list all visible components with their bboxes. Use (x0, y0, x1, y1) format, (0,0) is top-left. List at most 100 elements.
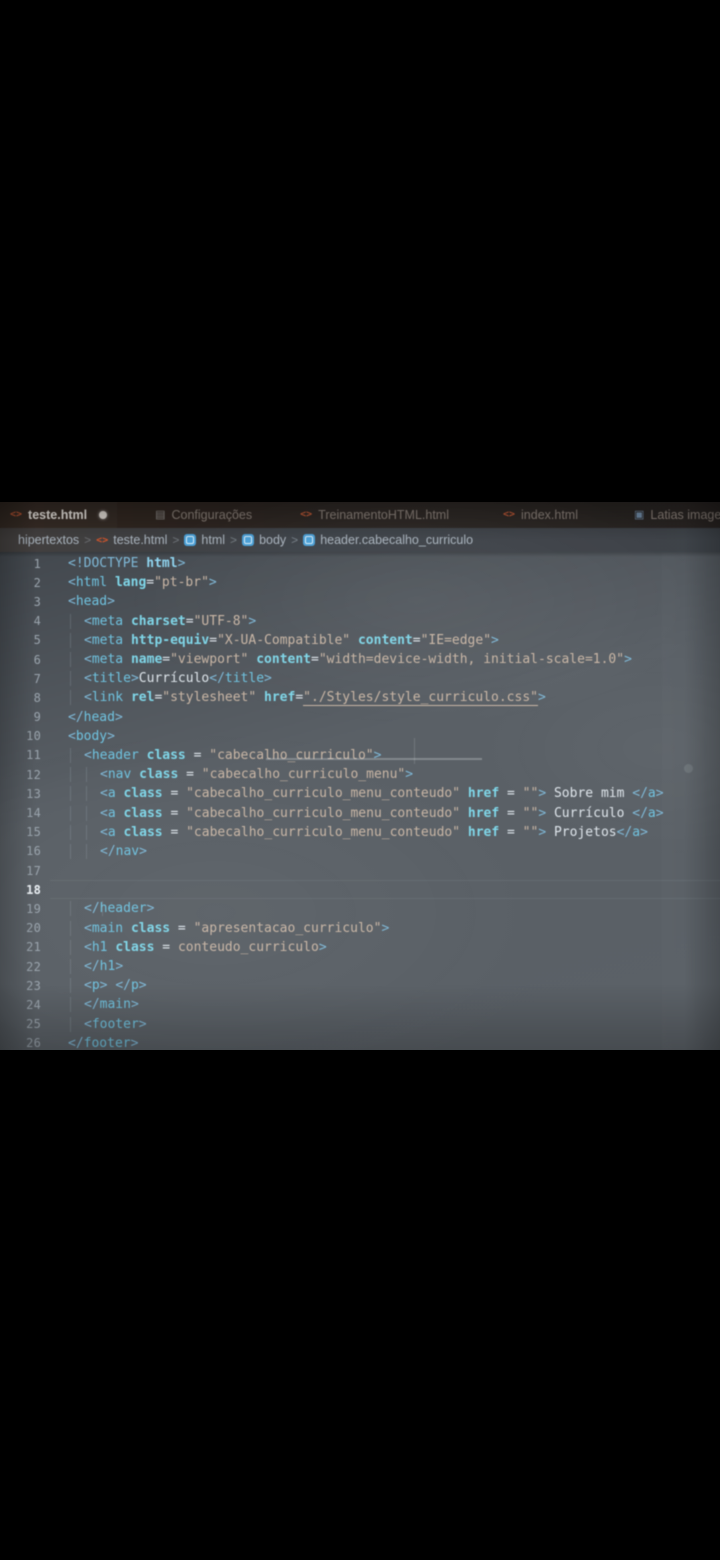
indent-guide (70, 747, 71, 763)
breadcrumb-item-header-cabecalho-curriculo[interactable]: header.cabecalho_curriculo (303, 533, 473, 547)
code-line-content[interactable]: </main> (50, 997, 720, 1013)
code-line-content[interactable]: </head> (50, 710, 720, 725)
indent-guide (70, 978, 71, 994)
editor-tab-index-html[interactable]: <> index.html (493, 502, 588, 528)
code-line[interactable]: 8 <link rel="stylesheet" href="./Styles/s… (0, 688, 720, 707)
line-number: 4 (33, 614, 41, 629)
code-line[interactable]: 16 </nav> (0, 842, 720, 861)
code-line[interactable]: 12 <nav class = "cabecalho_curriculo_menu… (0, 765, 720, 784)
code-line-content[interactable]: <meta name="viewport" content="width=dev… (50, 652, 720, 668)
editor-tab-label: TreinamentoHTML.html (318, 508, 449, 522)
html-tag-icon (184, 534, 197, 546)
code-line-content[interactable]: <html lang="pt-br"> (50, 575, 720, 590)
photographed-screen: <> teste.html ▤ Configurações <> TreinamentoH… (0, 0, 720, 1560)
editor-tab-latias-image-png[interactable]: ▣ Latias image.PNG (624, 502, 720, 528)
editor-tab-configura-es[interactable]: ▤ Configurações (145, 502, 262, 528)
code-line-content[interactable]: <a class = "cabecalho_curriculo_menu_con… (50, 786, 720, 802)
breadcrumb-item-hipertextos[interactable]: hipertextos (18, 533, 79, 547)
line-number: 26 (26, 1036, 41, 1050)
code-line-content[interactable]: </header> (50, 901, 720, 917)
breadcrumb-separator: > (172, 533, 180, 547)
code-line[interactable]: 5 <meta http-equiv="X-UA-Compatible" cont… (0, 631, 720, 650)
code-line-content[interactable]: <nav class = "cabecalho_curriculo_menu"> (50, 767, 720, 783)
line-number: 13 (26, 786, 41, 801)
code-line[interactable]: 18 (0, 880, 720, 900)
html-file-icon: <> (96, 534, 109, 546)
code-line[interactable]: 11 <header class = "cabecalho_curriculo"> (0, 746, 720, 765)
breadcrumb-item-label: teste.html (113, 533, 168, 547)
line-number: 25 (26, 1017, 41, 1032)
indent-guide (70, 939, 71, 955)
code-line[interactable]: 17 (0, 861, 720, 880)
breadcrumb-item-label: hipertextos (18, 533, 80, 547)
unsaved-indicator-dot[interactable] (99, 511, 108, 519)
code-line-content[interactable]: <p> </p> (50, 978, 720, 994)
code-line-content[interactable]: <footer> (50, 1016, 720, 1032)
code-line-content[interactable]: <meta http-equiv="X-UA-Compatible" conte… (50, 632, 720, 648)
breadcrumb-item-html[interactable]: html (184, 533, 225, 547)
indent-guide (70, 1016, 71, 1032)
code-line[interactable]: 22 </h1> (0, 957, 720, 976)
code-lines: 1 <!DOCTYPE html> 2 <html lang="pt-br"> 3 <he… (0, 552, 720, 1050)
code-line-content[interactable]: <header class = "cabecalho_curriculo"> (50, 747, 720, 763)
code-line-content[interactable]: <meta charset="UTF-8"> (50, 613, 720, 629)
code-line[interactable]: 4 <meta charset="UTF-8"> (0, 612, 720, 631)
line-number: 15 (26, 825, 41, 840)
code-line[interactable]: 19 </header> (0, 899, 720, 918)
editor-tab-treinamentohtml-html[interactable]: <> TreinamentoHTML.html (290, 502, 459, 528)
code-line[interactable]: 20 <main class = "apresentacao_curriculo"… (0, 919, 720, 938)
editor-tab-label: Configurações (171, 508, 253, 522)
code-line[interactable]: 15 <a class = "cabecalho_curriculo_menu_c… (0, 823, 720, 842)
indent-guide (70, 901, 71, 917)
code-line-content[interactable]: <a class = "cabecalho_curriculo_menu_con… (50, 805, 720, 821)
code-line-content[interactable]: <head> (50, 594, 720, 609)
line-number: 21 (26, 940, 41, 955)
code-line-content[interactable]: <link rel="stylesheet" href="./Styles/st… (50, 690, 720, 707)
code-line[interactable]: 21 <h1 class = conteudo_curriculo> (0, 938, 720, 957)
line-number: 1 (33, 556, 41, 571)
line-number: 10 (26, 729, 41, 744)
code-line[interactable]: 6 <meta name="viewport" content="width=de… (0, 650, 720, 669)
line-number: 12 (26, 767, 41, 782)
code-line-content[interactable]: <title>Currículo</title> (50, 671, 720, 687)
code-line[interactable]: 13 <a class = "cabecalho_curriculo_menu_c… (0, 784, 720, 803)
code-line[interactable]: 26 </footer> (0, 1034, 720, 1050)
code-line[interactable]: 2 <html lang="pt-br"> (0, 573, 720, 592)
indent-guide (70, 786, 71, 802)
editor-tab-label: index.html (521, 508, 579, 522)
code-line[interactable]: 25 <footer> (0, 1015, 720, 1034)
code-line-content[interactable]: <a class = "cabecalho_curriculo_menu_con… (50, 824, 720, 840)
code-line[interactable]: 1 <!DOCTYPE html> (0, 554, 720, 573)
code-line[interactable]: 14 <a class = "cabecalho_curriculo_menu_c… (0, 803, 720, 822)
code-line-content[interactable]: <!DOCTYPE html> (50, 556, 720, 571)
code-line-content[interactable]: </footer> (50, 1036, 720, 1050)
editor-tab-teste-html[interactable]: <> teste.html (0, 502, 117, 528)
editor-tab-label: Latias image.PNG (650, 508, 720, 522)
code-line-content[interactable]: </nav> (50, 843, 720, 859)
code-line-content[interactable]: <h1 class = conteudo_curriculo> (50, 939, 720, 955)
indent-guide (70, 959, 71, 975)
indent-guide (70, 690, 71, 706)
line-number: 19 (26, 901, 41, 916)
code-line-content[interactable]: <body> (50, 729, 720, 744)
line-number: 16 (26, 844, 41, 859)
html-file-icon: <> (10, 509, 23, 520)
breadcrumb-item-teste-html[interactable]: <> teste.html (96, 533, 167, 547)
breadcrumb: hipertextos > <> teste.html > html > body > heade… (0, 528, 720, 552)
code-line[interactable]: 7 <title>Currículo</title> (0, 669, 720, 688)
indent-guide (70, 671, 71, 687)
breadcrumb-item-body[interactable]: body (242, 533, 286, 547)
line-number: 23 (26, 978, 41, 993)
line-number: 6 (33, 652, 41, 667)
vscode-window: <> teste.html ▤ Configurações <> TreinamentoH… (0, 502, 720, 1050)
code-line[interactable]: 24 </main> (0, 995, 720, 1014)
line-number: 11 (26, 748, 41, 763)
code-editor[interactable]: 1 <!DOCTYPE html> 2 <html lang="pt-br"> 3 <he… (0, 552, 720, 1050)
code-line[interactable]: 9 </head> (0, 708, 720, 727)
code-line[interactable]: 10 <body> (0, 727, 720, 746)
code-line-content[interactable]: <main class = "apresentacao_curriculo"> (50, 920, 720, 936)
line-number: 18 (26, 882, 41, 897)
code-line[interactable]: 3 <head> (0, 592, 720, 611)
code-line-content[interactable]: </h1> (50, 959, 720, 975)
code-line[interactable]: 23 <p> </p> (0, 976, 720, 995)
